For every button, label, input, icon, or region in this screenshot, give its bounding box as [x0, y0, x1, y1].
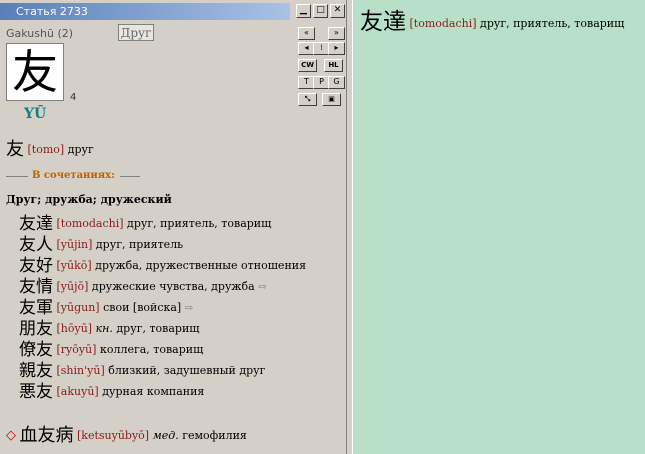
compound-translation: друг, приятель, товарищ: [127, 217, 272, 230]
compound-reading: [yūjō]: [56, 280, 89, 293]
main-word-reading[interactable]: [tomo]: [28, 143, 65, 156]
extra-note: мед.: [152, 429, 179, 442]
main-word-translation: друг: [67, 143, 94, 156]
main-word-kanji: 友: [6, 139, 24, 160]
g-button[interactable]: G: [328, 76, 345, 89]
main-word: 友 [tomo] друг: [6, 135, 94, 161]
compound-translation: коллега, товарищ: [99, 343, 204, 356]
minimize-icon: ▁: [300, 5, 307, 15]
close-button[interactable]: ✕: [330, 4, 345, 18]
stroke-count: 4: [70, 92, 77, 103]
compound-note: кн.: [95, 322, 113, 335]
close-icon: ✕: [333, 5, 342, 15]
kanji-source: Gakushū (2): [6, 27, 74, 40]
compound-reading: [ryōyū]: [56, 343, 97, 356]
preview-kanji: 友達: [360, 9, 406, 35]
compound-item[interactable]: 悪友 [akuyū] дурная компания: [19, 377, 204, 402]
compound-reading: [tomodachi]: [56, 217, 124, 230]
compound-translation: дурная компания: [102, 385, 205, 398]
compound-translation: дружеские чувства, дружба: [91, 280, 255, 293]
maximize-icon: □: [316, 5, 325, 15]
compound-reading: [akuyū]: [56, 385, 99, 398]
last-entry-button[interactable]: »: [328, 27, 345, 40]
extra-compound[interactable]: ◇ 血友病 [ketsuyūbyō] мед. гемофилия: [6, 421, 247, 447]
extra-reading: [ketsuyūbyō]: [77, 429, 150, 442]
maximize-button[interactable]: □: [313, 4, 328, 18]
compounds-separator: В сочетаниях:: [6, 170, 140, 182]
link-arrow-icon[interactable]: ⇨: [185, 303, 193, 314]
diamond-icon: ◇: [6, 428, 16, 443]
link-arrow-icon[interactable]: ⇨: [258, 282, 266, 293]
pane-splitter[interactable]: [346, 0, 353, 454]
panel-icon: ▣: [328, 95, 335, 103]
compound-reading: [hōyū]: [56, 322, 93, 335]
separator-line-right: [120, 176, 140, 177]
compound-reading: [shin'yū]: [56, 364, 105, 377]
compound-translation: друг, товарищ: [116, 322, 200, 335]
shrink-icon: ⤡: [304, 95, 311, 103]
extra-translation: гемофилия: [182, 429, 247, 442]
article-panel: Статья 2733 ▁ □ ✕ « » ◂ ⁞ ▸ CW HL T P G …: [0, 0, 346, 454]
separator-line-left: [6, 176, 28, 177]
preview-entry: 友達 [tomodachi] друг, приятель, товарищ: [360, 2, 624, 36]
group-header: Друг; дружба; дружеский: [6, 193, 172, 206]
compound-reading: [yūgun]: [56, 301, 100, 314]
preview-translation: друг, приятель, товарищ: [480, 17, 625, 30]
compound-translation: свои [войска]: [103, 301, 182, 314]
panel-button[interactable]: ▣: [322, 93, 341, 106]
shrink-button[interactable]: ⤡: [298, 93, 317, 106]
next-entry-button[interactable]: ▸: [328, 42, 345, 55]
hl-button[interactable]: HL: [324, 59, 343, 72]
preview-pane: 友達 [tomodachi] друг, приятель, товарищ: [353, 0, 645, 454]
compound-translation: дружба, дружественные отношения: [95, 259, 307, 272]
compound-translation: близкий, задушевный друг: [108, 364, 266, 377]
extra-kanji: 血友病: [19, 425, 74, 446]
kanji-meaning-button[interactable]: Друг: [118, 24, 154, 41]
compound-reading: [yūjin]: [56, 238, 93, 251]
compound-kanji: 悪友: [19, 382, 53, 402]
first-entry-button[interactable]: «: [298, 27, 315, 40]
onyomi-reading: YŪ: [24, 106, 47, 122]
compound-translation: друг, приятель: [95, 238, 184, 251]
compounds-label: В сочетаниях:: [32, 170, 115, 181]
preview-reading: [tomodachi]: [409, 17, 477, 30]
window-title: Статья 2733: [0, 3, 290, 20]
compound-reading: [yūkō]: [56, 259, 92, 272]
kanji-character: 友: [6, 43, 64, 101]
minimize-button[interactable]: ▁: [296, 4, 311, 18]
cw-button[interactable]: CW: [298, 59, 317, 72]
